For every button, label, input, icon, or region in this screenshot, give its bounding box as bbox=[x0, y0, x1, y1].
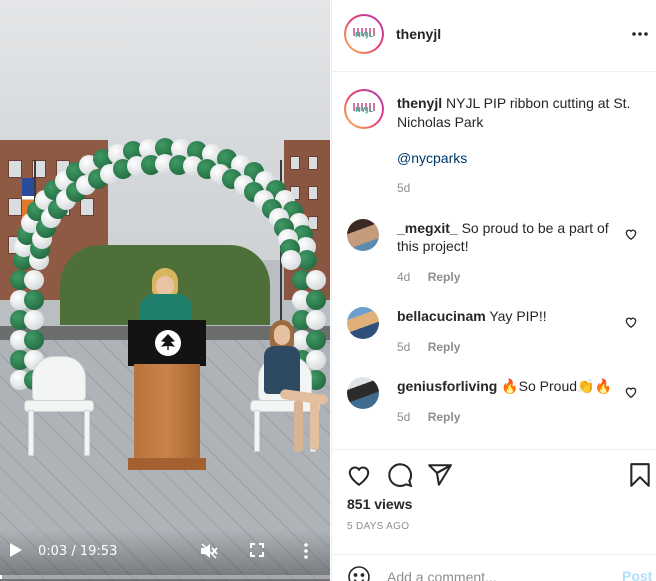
comment-meta: 4d Reply bbox=[397, 270, 460, 284]
comment-meta: 5d Reply bbox=[397, 340, 460, 354]
video-duration: 19:53 bbox=[79, 544, 118, 559]
muted-speaker-icon[interactable] bbox=[200, 542, 218, 560]
avatar[interactable]: NYJL bbox=[344, 89, 384, 129]
video-progress-fill bbox=[0, 575, 2, 579]
video-podium-base bbox=[128, 458, 206, 470]
caption-username[interactable]: thenyjl bbox=[397, 95, 442, 111]
video-speaker bbox=[140, 268, 192, 328]
comment-text-block: geniusforliving 🔥So Proud👏🔥 bbox=[397, 377, 617, 395]
reply-button[interactable]: Reply bbox=[428, 410, 461, 424]
caption-text-block: thenyjl NYJL PIP ribbon cutting at St. N… bbox=[397, 94, 637, 132]
video-timecode: 0:03 / 19:53 bbox=[38, 544, 117, 559]
avatar[interactable] bbox=[347, 219, 379, 251]
balloon bbox=[306, 270, 326, 290]
bookmark-icon[interactable] bbox=[628, 462, 652, 488]
comment-heart-icon[interactable] bbox=[624, 315, 638, 329]
fullscreen-icon[interactable] bbox=[250, 543, 264, 557]
video-progress-bar[interactable] bbox=[0, 575, 330, 579]
post-header: NYJL thenyjl bbox=[332, 0, 656, 72]
video-controls: 0:03 / 19:53 bbox=[0, 530, 330, 581]
reply-button[interactable]: Reply bbox=[428, 340, 461, 354]
comment-text-block: bellacucinam Yay PIP!! bbox=[397, 307, 617, 325]
comment-meta: 5d Reply bbox=[397, 410, 460, 424]
comment-composer: Post bbox=[332, 554, 656, 581]
video-time-separator: / bbox=[71, 544, 76, 559]
comment-input[interactable] bbox=[387, 567, 607, 581]
play-icon[interactable] bbox=[10, 543, 22, 557]
comment-age: 5d bbox=[397, 410, 411, 424]
avatar[interactable]: NYJL bbox=[344, 14, 384, 54]
video-player[interactable]: 0:03 / 19:53 bbox=[0, 0, 330, 581]
balloon bbox=[281, 250, 301, 270]
video-podium bbox=[134, 364, 200, 462]
post-comment-button[interactable]: Post bbox=[622, 568, 652, 581]
reply-button[interactable]: Reply bbox=[428, 270, 461, 284]
balloon bbox=[24, 330, 44, 350]
caption-age: 5d bbox=[397, 181, 411, 195]
post-panel: NYJL thenyjl NYJL thenyjl NYJL PIP ribbo… bbox=[331, 0, 656, 581]
avatar-logo-text: NYJL bbox=[355, 106, 373, 114]
vertical-dots-icon[interactable] bbox=[298, 542, 314, 560]
horizontal-dots-icon[interactable] bbox=[632, 24, 648, 42]
post-actions: 851 views 5 DAYS AGO Post bbox=[332, 449, 656, 581]
comment-username[interactable]: _megxit_ bbox=[397, 220, 458, 236]
comment-text: Yay PIP!! bbox=[489, 308, 547, 324]
balloon bbox=[24, 290, 44, 310]
comment-item: geniusforliving 🔥So Proud👏🔥 5d Reply bbox=[332, 377, 656, 447]
comment-heart-icon[interactable] bbox=[624, 385, 638, 399]
balloon bbox=[306, 290, 326, 310]
balloon bbox=[24, 270, 44, 290]
comment-text: 🔥So Proud👏🔥 bbox=[501, 378, 612, 394]
avatar[interactable] bbox=[347, 307, 379, 339]
avatar[interactable] bbox=[347, 377, 379, 409]
comment-item: _megxit_ So proud to be a part of this p… bbox=[332, 219, 656, 289]
video-current-time: 0:03 bbox=[38, 544, 68, 559]
heart-icon[interactable] bbox=[346, 462, 372, 488]
comment-item: bellacucinam Yay PIP!! 5d Reply bbox=[332, 307, 656, 377]
avatar-logo-text: NYJL bbox=[355, 31, 373, 39]
comment-text-block: _megxit_ So proud to be a part of this p… bbox=[397, 219, 617, 255]
view-count[interactable]: 851 views bbox=[347, 496, 412, 512]
post-username[interactable]: thenyjl bbox=[396, 26, 441, 42]
video-seated-woman bbox=[258, 320, 329, 460]
speech-bubble-icon[interactable] bbox=[387, 462, 413, 488]
comment-age: 4d bbox=[397, 270, 411, 284]
comment-heart-icon[interactable] bbox=[624, 227, 638, 241]
caption-mention-link[interactable]: @nycparks bbox=[397, 150, 467, 166]
comment-username[interactable]: geniusforliving bbox=[397, 378, 497, 394]
video-chair-left bbox=[24, 356, 94, 456]
comment-username[interactable]: bellacucinam bbox=[397, 308, 486, 324]
smiley-icon[interactable] bbox=[347, 565, 371, 581]
post-date: 5 DAYS AGO bbox=[347, 521, 410, 532]
comment-age: 5d bbox=[397, 340, 411, 354]
balloon bbox=[24, 310, 44, 330]
paper-plane-icon[interactable] bbox=[427, 462, 453, 488]
